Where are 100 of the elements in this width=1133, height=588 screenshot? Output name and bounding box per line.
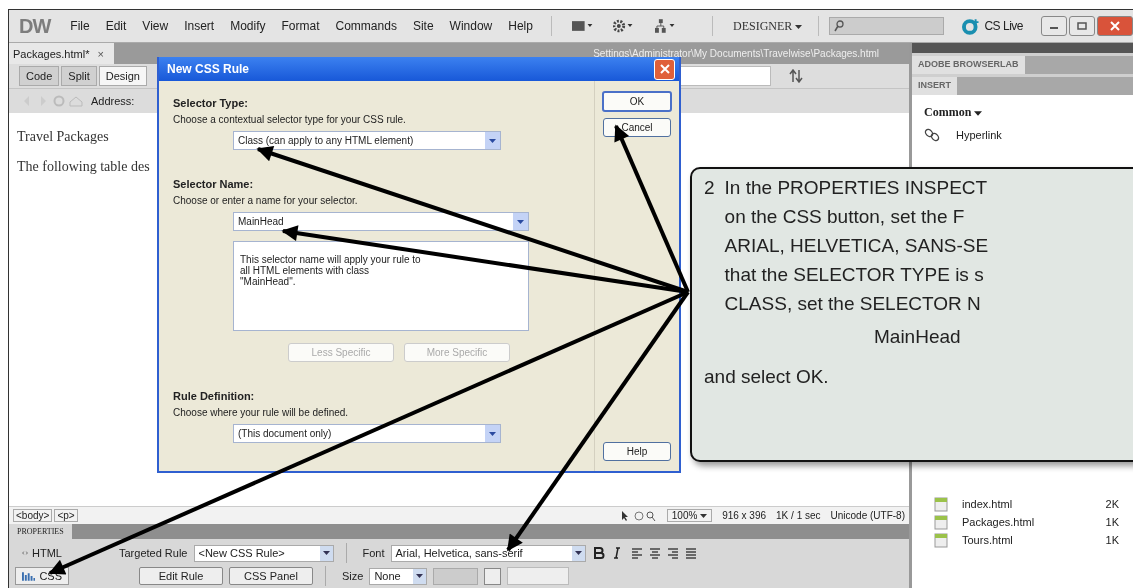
search-icon	[834, 20, 845, 32]
zoom-select[interactable]: 100%	[666, 509, 713, 522]
font-label: Font	[362, 547, 385, 559]
close-icon	[659, 64, 670, 74]
font-select[interactable]: Arial, Helvetica, sans-serif	[390, 544, 586, 562]
html-file-icon	[934, 514, 948, 530]
address-label: Address:	[91, 95, 135, 107]
dropdown-arrow-icon	[322, 551, 330, 555]
instruction-value: MainHead	[874, 326, 962, 348]
cancel-button[interactable]: Cancel	[603, 118, 671, 137]
dialog-title: New CSS Rule	[167, 62, 250, 76]
category-dropdown[interactable]: Common	[924, 105, 1123, 120]
bar-chart-icon	[22, 571, 36, 581]
css-panel-button[interactable]: CSS Panel	[229, 567, 313, 585]
menu-item[interactable]: Site	[412, 19, 434, 33]
minimize-button[interactable]	[1041, 16, 1067, 36]
panel-tab[interactable]: INSERT	[912, 77, 957, 95]
instruction-line: CLASS, set the SELECTOR N	[724, 292, 982, 316]
section-hint: Choose or enter a name for your selector.	[173, 195, 359, 206]
targeted-rule-select[interactable]: <New CSS Rule>	[193, 544, 334, 562]
workspace-switcher[interactable]: DESIGNER	[732, 18, 803, 34]
tag-selector[interactable]: <body>	[13, 509, 53, 522]
formatting-icons[interactable]	[591, 547, 697, 559]
dialog-close-button[interactable]	[654, 58, 675, 80]
panel-tab[interactable]: PROPERTIES	[9, 524, 72, 539]
dropdown-arrow-icon	[517, 219, 524, 224]
menu-item[interactable]: Help	[508, 19, 533, 33]
maximize-button[interactable]	[1069, 16, 1095, 36]
html-file-icon	[934, 496, 948, 512]
layout-icon[interactable]	[571, 20, 594, 32]
color-swatch[interactable]	[484, 567, 502, 585]
menu-item[interactable]: File	[70, 19, 90, 33]
chain-link-icon[interactable]	[924, 128, 940, 142]
size-select[interactable]: None	[369, 567, 428, 585]
page-paragraph: The following table des	[17, 159, 150, 175]
menu-item[interactable]: View	[142, 19, 169, 33]
menu-item[interactable]: Format	[281, 19, 320, 33]
dropdown-arrow-icon	[700, 514, 708, 519]
search-field[interactable]	[829, 17, 945, 35]
instruction-line: and select OK.	[704, 366, 830, 388]
window-size: 916 x 396	[722, 510, 767, 521]
file-name[interactable]: Packages.html	[962, 516, 1092, 528]
cs-live-label[interactable]: CS Live	[984, 19, 1023, 33]
instruction-line: ARIAL, HELVETICA, SANS-SE	[724, 234, 989, 258]
instruction-line: In the PROPERTIES INSPECT	[724, 176, 989, 200]
close-button[interactable]	[1097, 16, 1133, 36]
cs-live-icon[interactable]	[962, 17, 982, 35]
tag-selector[interactable]: <p>	[54, 509, 78, 522]
file-name[interactable]: Tours.html	[962, 534, 1092, 546]
view-button[interactable]: Design	[98, 66, 147, 86]
dropdown-arrow-icon	[489, 431, 496, 436]
file-path: Settings\Administrator\My Documents\Travelwise\Packages.html	[593, 48, 880, 59]
menu-item[interactable]: Modify	[230, 19, 266, 33]
section-heading: Selector Name:	[173, 178, 255, 190]
selector-dropdown[interactable]: MainHead	[233, 212, 529, 231]
section-hint: Choose a contextual selector type for your CSS rule.	[173, 114, 407, 125]
code-icon	[22, 549, 29, 557]
dropdown-arrow-icon	[489, 138, 496, 143]
download-time: 1K / 1 sec	[776, 510, 821, 521]
selector-dropdown[interactable]: (This document only)	[233, 424, 501, 443]
view-button[interactable]: Split	[61, 66, 97, 86]
dropdown-arrow-icon	[795, 24, 803, 29]
dropdown-arrow-icon	[416, 574, 424, 578]
targeted-rule-label: Targeted Rule	[119, 547, 188, 559]
menu-item[interactable]: Window	[449, 19, 493, 33]
section-heading: Selector Type:	[173, 97, 249, 109]
dropdown-arrow-icon	[974, 110, 983, 116]
selector-description: This selector name will apply your rule to all HTML elements with class "MainHead".	[240, 254, 422, 287]
section-heading: Rule Definition:	[173, 390, 256, 402]
size-label: Size	[342, 570, 364, 582]
selector-dropdown[interactable]: Class (can apply to any HTML element)	[233, 131, 501, 150]
step-number: 2	[704, 176, 715, 200]
help-button[interactable]: Help	[603, 442, 671, 461]
menu-item[interactable]: Edit	[105, 19, 127, 33]
menu-item[interactable]: Insert	[184, 19, 215, 33]
maximize-icon	[1077, 22, 1087, 30]
encoding-label: Unicode (UTF-8)	[830, 510, 905, 521]
gear-icon[interactable]	[613, 19, 635, 33]
file-size: 2K	[1105, 498, 1119, 510]
instruction-line: that the SELECTOR TYPE is s	[724, 263, 985, 287]
panel-tab[interactable]: ADOBE BROWSERLAB	[912, 56, 1025, 74]
html-mode-button[interactable]: HTML	[15, 544, 69, 562]
view-button[interactable]: Code	[19, 66, 60, 86]
site-icon[interactable]	[654, 19, 676, 33]
section-hint: Choose where your rule will be defined.	[173, 407, 350, 418]
instruction-line: on the CSS button, set the F	[724, 205, 966, 229]
file-size: 1K	[1105, 516, 1119, 528]
page-heading: Travel Packages	[17, 129, 109, 145]
file-name[interactable]: index.html	[962, 498, 1092, 510]
app-logo: DW	[19, 14, 51, 38]
color-field[interactable]	[507, 567, 570, 585]
html-file-icon	[934, 532, 948, 548]
document-tab[interactable]: Packages.html* ×	[9, 43, 114, 64]
menu-item[interactable]: Commands	[335, 19, 397, 33]
close-icon	[1110, 21, 1120, 31]
edit-rule-button[interactable]: Edit Rule	[139, 567, 223, 585]
insert-item[interactable]: Hyperlink	[956, 129, 1002, 141]
ok-button[interactable]: OK	[602, 91, 672, 112]
dropdown-arrow-icon	[574, 551, 582, 555]
file-size: 1K	[1105, 534, 1119, 546]
